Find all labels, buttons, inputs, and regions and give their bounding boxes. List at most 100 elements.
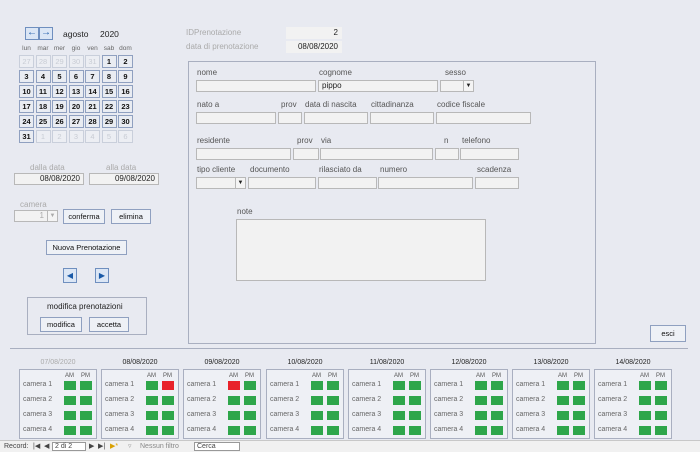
slot-camera3-am[interactable] (311, 411, 323, 420)
slot-camera1-am[interactable] (146, 381, 158, 390)
first-record-button[interactable]: |◀ (33, 441, 40, 452)
calendar-day[interactable]: 13 (68, 85, 84, 98)
slot-camera2-am[interactable] (146, 396, 158, 405)
calendar-day[interactable]: 10 (19, 85, 34, 98)
scadenza-field[interactable] (475, 177, 519, 189)
slot-camera1-pm[interactable] (80, 381, 92, 390)
slot-camera1-am[interactable] (393, 381, 405, 390)
calendar-day[interactable]: 5 (101, 130, 117, 143)
residente-field[interactable] (196, 148, 291, 160)
calendar-day[interactable]: 2 (118, 55, 133, 68)
slot-camera3-pm[interactable] (162, 411, 174, 420)
slot-camera1-pm[interactable] (491, 381, 503, 390)
slot-camera3-pm[interactable] (491, 411, 503, 420)
slot-camera4-am[interactable] (393, 426, 405, 435)
slot-camera3-am[interactable] (228, 411, 240, 420)
cittadinanza-field[interactable] (370, 112, 434, 124)
booking-date-field[interactable]: 08/08/2020 (286, 41, 342, 53)
telefono-field[interactable] (460, 148, 519, 160)
prev-record-button[interactable]: ◀ (44, 441, 49, 452)
slot-camera2-am[interactable] (639, 396, 651, 405)
next-record-button[interactable]: ▶ (95, 268, 109, 283)
new-booking-button[interactable]: Nuova Prenotazione (46, 240, 127, 255)
calendar-day[interactable]: 1 (35, 130, 51, 143)
slot-camera3-pm[interactable] (655, 411, 667, 420)
search-input[interactable]: Cerca (194, 442, 240, 451)
slot-camera2-pm[interactable] (655, 396, 667, 405)
slot-camera3-am[interactable] (393, 411, 405, 420)
slot-camera2-am[interactable] (64, 396, 76, 405)
data-nascita-field[interactable] (304, 112, 368, 124)
slot-camera2-pm[interactable] (80, 396, 92, 405)
calendar-day[interactable]: 22 (101, 100, 117, 113)
slot-camera3-am[interactable] (475, 411, 487, 420)
calendar-day[interactable]: 31 (85, 55, 100, 68)
prov-residenza-field[interactable] (293, 148, 319, 160)
elimina-button[interactable]: elimina (111, 209, 151, 224)
chevron-down-icon[interactable]: ▼ (235, 178, 245, 188)
calendar-day[interactable]: 30 (118, 115, 133, 128)
slot-camera1-am[interactable] (64, 381, 76, 390)
chevron-down-icon[interactable]: ▼ (463, 81, 473, 91)
slot-camera2-am[interactable] (475, 396, 487, 405)
slot-camera1-pm[interactable] (655, 381, 667, 390)
esci-button[interactable]: esci (650, 325, 686, 342)
tipo-cliente-select[interactable]: ▼ (196, 177, 246, 189)
slot-camera4-pm[interactable] (244, 426, 256, 435)
cognome-field[interactable]: pippo (318, 80, 438, 92)
next-record-nav-button[interactable]: ▶ (89, 441, 94, 452)
prov-nascita-field[interactable] (278, 112, 302, 124)
note-textarea[interactable] (236, 219, 486, 281)
accetta-button[interactable]: accetta (89, 317, 129, 332)
slot-camera2-pm[interactable] (327, 396, 339, 405)
calendar-day[interactable]: 4 (85, 130, 100, 143)
documento-field[interactable] (248, 177, 316, 189)
slot-camera2-am[interactable] (311, 396, 323, 405)
slot-camera3-am[interactable] (557, 411, 569, 420)
numero-civico-field[interactable] (435, 148, 459, 160)
calendar-day[interactable]: 31 (19, 130, 34, 143)
slot-camera4-pm[interactable] (80, 426, 92, 435)
slot-camera3-pm[interactable] (244, 411, 256, 420)
via-field[interactable] (320, 148, 433, 160)
slot-camera3-pm[interactable] (409, 411, 421, 420)
slot-camera3-am[interactable] (146, 411, 158, 420)
calendar-day[interactable]: 7 (85, 70, 100, 83)
camera-select[interactable]: 1 ▼ (14, 210, 58, 222)
calendar-day[interactable]: 8 (101, 70, 117, 83)
conferma-button[interactable]: conferma (63, 209, 105, 224)
booking-id-field[interactable]: 2 (286, 27, 342, 39)
calendar-day[interactable]: 14 (85, 85, 100, 98)
calendar-day[interactable]: 30 (68, 55, 84, 68)
calendar-day[interactable]: 4 (35, 70, 51, 83)
slot-camera4-pm[interactable] (573, 426, 585, 435)
slot-camera3-pm[interactable] (80, 411, 92, 420)
codice-fiscale-field[interactable] (436, 112, 531, 124)
slot-camera3-am[interactable] (639, 411, 651, 420)
calendar-day[interactable]: 6 (118, 130, 133, 143)
nato-a-field[interactable] (196, 112, 276, 124)
calendar-day[interactable]: 19 (52, 100, 67, 113)
calendar-day[interactable]: 12 (52, 85, 67, 98)
new-record-button[interactable]: ▶* (110, 441, 118, 452)
calendar-day[interactable]: 20 (68, 100, 84, 113)
calendar-day[interactable]: 18 (35, 100, 51, 113)
calendar-day[interactable]: 2 (52, 130, 67, 143)
slot-camera1-pm[interactable] (573, 381, 585, 390)
calendar-day[interactable]: 3 (19, 70, 34, 83)
slot-camera2-am[interactable] (228, 396, 240, 405)
chevron-down-icon[interactable]: ▼ (47, 211, 57, 221)
next-month-button[interactable]: → (39, 27, 53, 40)
last-record-button[interactable]: ▶| (98, 441, 105, 452)
calendar-day[interactable]: 28 (35, 55, 51, 68)
calendar-day[interactable]: 15 (101, 85, 117, 98)
slot-camera4-am[interactable] (639, 426, 651, 435)
slot-camera4-am[interactable] (146, 426, 158, 435)
slot-camera4-pm[interactable] (409, 426, 421, 435)
slot-camera1-am[interactable] (639, 381, 651, 390)
slot-camera1-pm[interactable] (244, 381, 256, 390)
slot-camera1-am[interactable] (311, 381, 323, 390)
slot-camera3-am[interactable] (64, 411, 76, 420)
calendar-day[interactable]: 23 (118, 100, 133, 113)
calendar-day[interactable]: 27 (68, 115, 84, 128)
